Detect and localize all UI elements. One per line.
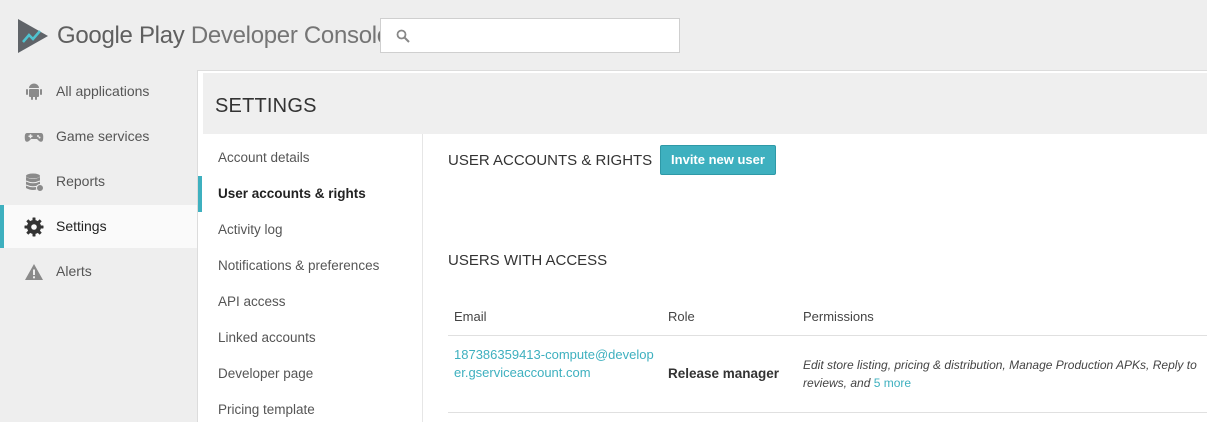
android-icon bbox=[26, 83, 42, 100]
subnav-item-account-details[interactable]: Account details bbox=[198, 140, 423, 176]
settings-card: SETTINGS Account details User accounts &… bbox=[197, 70, 1207, 422]
subnav-item-label: Account details bbox=[218, 150, 310, 165]
logo-console-text: Developer Console bbox=[190, 22, 390, 49]
section-heading-users-with-access: USERS WITH ACCESS bbox=[448, 252, 608, 269]
subnav-item-linked-accounts[interactable]: Linked accounts bbox=[198, 320, 423, 356]
nav-item-reports[interactable]: Reports bbox=[0, 160, 197, 203]
nav-item-label: Reports bbox=[56, 173, 106, 189]
nav-item-label: All applications bbox=[56, 83, 150, 99]
search-input[interactable] bbox=[380, 18, 680, 53]
subnav-item-pricing-template[interactable]: Pricing template bbox=[198, 392, 423, 422]
subnav-item-developer-page[interactable]: Developer page bbox=[198, 356, 423, 392]
search-icon bbox=[396, 29, 410, 43]
nav-item-game-services[interactable]: Game services bbox=[0, 115, 197, 158]
settings-subnav: Account details User accounts & rights A… bbox=[198, 134, 423, 422]
subnav-item-notifications-preferences[interactable]: Notifications & preferences bbox=[198, 248, 423, 284]
subnav-item-label: Notifications & preferences bbox=[218, 258, 380, 273]
top-bar: Google Play Developer Console bbox=[0, 0, 1207, 70]
user-role: Release manager bbox=[668, 366, 780, 381]
nav-item-label: Game services bbox=[56, 128, 150, 144]
user-accounts-content: USER ACCOUNTS & RIGHTS Invite new user U… bbox=[424, 134, 1207, 422]
subnav-item-label: Pricing template bbox=[218, 402, 315, 417]
nav-item-settings[interactable]: Settings bbox=[0, 205, 197, 248]
subnav-item-activity-log[interactable]: Activity log bbox=[198, 212, 423, 248]
permissions-text: Edit store listing, pricing & distributi… bbox=[803, 358, 1197, 390]
section-heading-user-accounts: USER ACCOUNTS & RIGHTS bbox=[448, 152, 653, 169]
subnav-item-label: API access bbox=[218, 294, 286, 309]
more-permissions-link[interactable]: 5 more bbox=[874, 376, 911, 390]
column-header-permissions: Permissions bbox=[803, 309, 874, 324]
nav-item-all-applications[interactable]: All applications bbox=[0, 70, 197, 113]
invite-new-user-button[interactable]: Invite new user bbox=[660, 145, 776, 175]
column-header-role: Role bbox=[668, 309, 695, 324]
database-icon bbox=[25, 173, 44, 192]
settings-header: SETTINGS bbox=[203, 73, 1207, 134]
warning-icon bbox=[25, 264, 43, 280]
left-nav: All applications Game services Reports S… bbox=[0, 70, 197, 422]
subnav-item-label: Developer page bbox=[218, 366, 314, 381]
page-title: SETTINGS bbox=[215, 95, 317, 117]
nav-item-label: Alerts bbox=[56, 263, 92, 279]
subnav-item-label: Linked accounts bbox=[218, 330, 316, 345]
play-console-logo-icon[interactable] bbox=[18, 19, 48, 53]
gear-icon bbox=[24, 217, 44, 237]
column-header-email: Email bbox=[454, 309, 487, 324]
subnav-item-user-accounts-rights[interactable]: User accounts & rights bbox=[198, 176, 423, 212]
gamepad-icon bbox=[24, 133, 44, 142]
table-divider bbox=[448, 412, 1207, 413]
user-permissions: Edit store listing, pricing & distributi… bbox=[803, 356, 1207, 392]
subnav-item-api-access[interactable]: API access bbox=[198, 284, 423, 320]
app-title[interactable]: Google Play Developer Console bbox=[57, 22, 390, 50]
subnav-item-label: Activity log bbox=[218, 222, 283, 237]
nav-item-label: Settings bbox=[56, 218, 107, 234]
user-email-link[interactable]: 187386359413-compute@developer.gservicea… bbox=[454, 346, 659, 382]
table-divider bbox=[448, 335, 1207, 336]
nav-item-alerts[interactable]: Alerts bbox=[0, 250, 197, 293]
subnav-item-label: User accounts & rights bbox=[218, 186, 366, 201]
logo-google-text: Google Play bbox=[57, 22, 185, 49]
